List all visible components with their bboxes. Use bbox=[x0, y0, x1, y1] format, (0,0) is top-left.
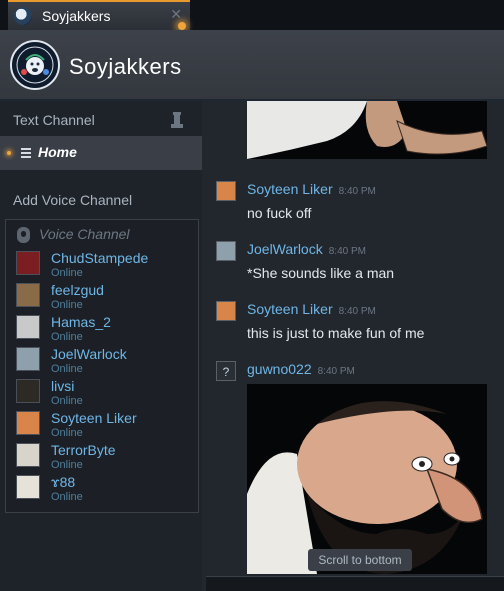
message-time: 8:40 PM bbox=[317, 366, 355, 377]
unread-indicator bbox=[178, 22, 186, 30]
avatar[interactable] bbox=[216, 181, 236, 201]
message-author[interactable]: guwno022 8:40 PM bbox=[247, 361, 355, 377]
channel-settings-icon[interactable] bbox=[170, 112, 184, 130]
group-header: Soyjakkers bbox=[0, 30, 504, 100]
scroll-to-bottom-button[interactable]: Scroll to bottom bbox=[308, 549, 412, 571]
group-avatar[interactable] bbox=[10, 40, 60, 90]
text-channel-label: Text Channel bbox=[13, 112, 95, 128]
message-author[interactable]: Soyteen Liker 8:40 PM bbox=[247, 181, 376, 197]
member-item[interactable]: JoelWarlock Online bbox=[16, 346, 196, 378]
member-name: livsi bbox=[51, 378, 75, 394]
message-author[interactable]: JoelWarlock 8:40 PM bbox=[247, 241, 366, 257]
avatar[interactable] bbox=[216, 241, 236, 261]
member-name: feelzgud bbox=[51, 282, 104, 298]
group-avatar-small bbox=[14, 7, 32, 25]
voice-channel-icon bbox=[17, 227, 30, 243]
member-status: Online bbox=[51, 491, 83, 503]
member-status: Online bbox=[51, 395, 83, 407]
member-name: ChudStampede bbox=[51, 250, 149, 266]
member-item[interactable]: ChudStampede Online bbox=[16, 250, 196, 282]
member-status: Online bbox=[51, 331, 83, 343]
image-attachment[interactable] bbox=[247, 101, 487, 159]
voice-channel-label: Voice Channel bbox=[39, 226, 130, 242]
avatar bbox=[16, 411, 40, 435]
author-name[interactable]: Soyteen Liker bbox=[247, 181, 333, 197]
message-input[interactable] bbox=[206, 576, 504, 591]
avatar bbox=[16, 379, 40, 403]
member-name: Soyteen Liker bbox=[51, 410, 137, 426]
author-name[interactable]: JoelWarlock bbox=[247, 241, 323, 257]
message-time: 8:40 PM bbox=[338, 306, 376, 317]
member-name: ɤ88 bbox=[51, 474, 76, 490]
image-attachment[interactable] bbox=[247, 384, 487, 574]
avatar bbox=[16, 443, 40, 467]
member-item[interactable]: feelzgud Online bbox=[16, 282, 196, 314]
member-name: TerrorByte bbox=[51, 442, 116, 458]
message-author[interactable]: Soyteen Liker 8:40 PM bbox=[247, 301, 376, 317]
avatar bbox=[16, 347, 40, 371]
channel-sidebar: Text Channel Home Add Voice Channel Voic… bbox=[0, 101, 202, 591]
avatar bbox=[16, 475, 40, 499]
text-channel-icon bbox=[21, 148, 31, 158]
chat-area: Soyteen Liker 8:40 PM no fuck off JoelWar… bbox=[202, 101, 504, 591]
member-item[interactable]: Soyteen Liker Online bbox=[16, 410, 196, 442]
avatar[interactable] bbox=[216, 301, 236, 321]
avatar[interactable]: ? bbox=[216, 361, 236, 381]
tab-title: Soyjakkers bbox=[42, 8, 111, 24]
avatar bbox=[16, 315, 40, 339]
member-item[interactable]: livsi Online bbox=[16, 378, 196, 410]
member-status: Online bbox=[51, 459, 83, 471]
member-item[interactable]: ɤ88 Online bbox=[16, 474, 196, 506]
message-text: no fuck off bbox=[247, 205, 312, 221]
member-item[interactable]: Hamas_2 Online bbox=[16, 314, 196, 346]
avatar bbox=[16, 251, 40, 275]
tab-bar: Soyjakkers ✕ bbox=[0, 0, 504, 30]
member-item[interactable]: TerrorByte Online bbox=[16, 442, 196, 474]
message-text: *She sounds like a man bbox=[247, 265, 395, 281]
add-voice-channel-button[interactable]: Add Voice Channel bbox=[13, 192, 132, 208]
member-status: Online bbox=[51, 267, 83, 279]
member-status: Online bbox=[51, 363, 83, 375]
member-status: Online bbox=[51, 427, 83, 439]
active-indicator bbox=[7, 151, 11, 155]
message-text: this is just to make fun of me bbox=[247, 325, 425, 341]
member-name: Hamas_2 bbox=[51, 314, 111, 330]
author-name[interactable]: Soyteen Liker bbox=[247, 301, 333, 317]
channel-home-label: Home bbox=[38, 144, 77, 160]
close-icon[interactable]: ✕ bbox=[170, 6, 182, 23]
member-status: Online bbox=[51, 299, 83, 311]
member-name: JoelWarlock bbox=[51, 346, 127, 362]
message-time: 8:40 PM bbox=[338, 186, 376, 197]
author-name[interactable]: guwno022 bbox=[247, 361, 312, 377]
group-title: Soyjakkers bbox=[69, 54, 182, 79]
message-time: 8:40 PM bbox=[328, 246, 366, 257]
avatar bbox=[16, 283, 40, 307]
voice-channel-panel: Voice Channel ChudStampede Online feelzg… bbox=[5, 219, 199, 513]
chat-tab[interactable]: Soyjakkers ✕ bbox=[8, 0, 190, 30]
channel-home[interactable]: Home bbox=[0, 136, 202, 170]
